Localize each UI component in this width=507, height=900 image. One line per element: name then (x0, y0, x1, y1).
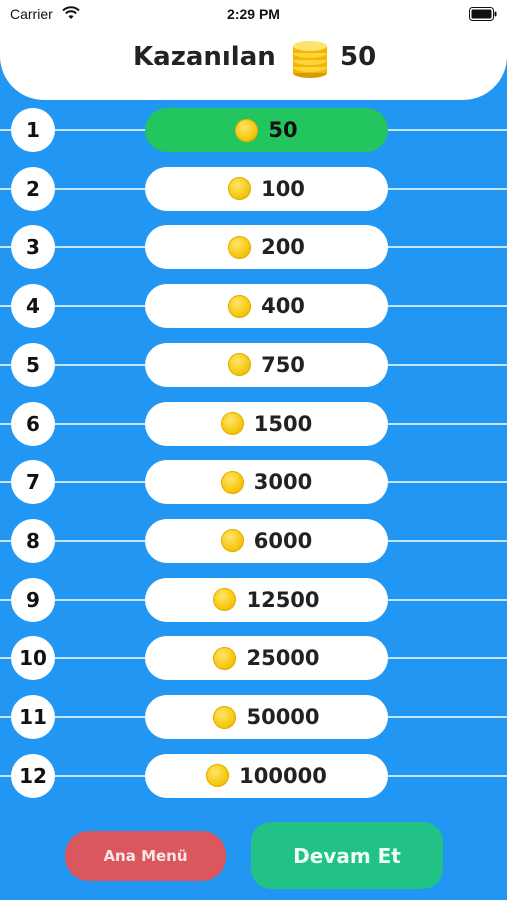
prize-pill: 400 (145, 284, 388, 329)
prize-pill: 50 (145, 108, 388, 152)
ladder-row: 9 12500 (0, 577, 507, 622)
prize-pill: 12500 (145, 577, 388, 622)
ladder-row: 1 50 (0, 108, 507, 152)
clock: 2:29 PM (227, 6, 280, 22)
prize-amount: 50000 (246, 705, 320, 729)
prize-pill: 6000 (145, 518, 388, 563)
coin-icon (235, 118, 259, 142)
prize-pill: 100000 (145, 753, 388, 798)
prize-amount: 3000 (253, 470, 313, 495)
earnings-header: Kazanılan 50 (0, 28, 507, 100)
level-number: 10 (11, 636, 55, 681)
ladder-row: 11 50000 (0, 695, 507, 739)
prize-amount: 1500 (253, 411, 313, 436)
prize-amount: 750 (261, 352, 305, 377)
earned-label: Kazanılan (133, 42, 276, 72)
level-number: 6 (11, 401, 55, 446)
ladder-row: 4 400 (0, 284, 507, 329)
level-number: 1 (11, 108, 55, 152)
coin-icon (228, 294, 252, 318)
ladder-row: 8 6000 (0, 518, 507, 563)
earned-value: 50 (340, 42, 377, 72)
prize-amount: 400 (261, 294, 305, 319)
level-number: 9 (11, 577, 55, 622)
level-number: 5 (11, 342, 55, 387)
level-number: 7 (11, 460, 55, 505)
level-number: 2 (11, 166, 55, 211)
ladder-row: 12 100000 (0, 753, 507, 798)
level-number: 3 (11, 225, 55, 270)
coin-icon (213, 646, 237, 670)
level-number: 12 (11, 753, 55, 798)
continue-button[interactable]: Devam Et (251, 822, 443, 889)
prize-amount: 6000 (253, 528, 313, 553)
prize-pill: 50000 (145, 695, 388, 739)
coin-icon (228, 353, 252, 377)
coin-stack-icon (293, 41, 327, 78)
ladder-row: 3 200 (0, 225, 507, 270)
coin-icon (228, 235, 252, 259)
coin-icon (220, 470, 244, 494)
prize-pill: 200 (145, 225, 388, 270)
prize-amount: 100 (261, 176, 305, 201)
ladder-row: 5 750 (0, 342, 507, 387)
level-number: 11 (11, 695, 55, 739)
ladder-row: 6 1500 (0, 401, 507, 446)
prize-pill: 750 (145, 342, 388, 387)
coin-icon (220, 412, 244, 435)
level-number: 4 (11, 284, 55, 329)
prize-amount: 200 (261, 235, 305, 260)
status-bar: Carrier 2:29 PM (0, 0, 507, 28)
prize-pill: 3000 (145, 460, 388, 505)
battery-icon (469, 7, 497, 21)
level-number: 8 (11, 518, 55, 563)
coin-icon (213, 705, 237, 729)
prize-amount: 100000 (239, 763, 327, 788)
prize-pill: 1500 (145, 401, 388, 446)
prize-amount: 12500 (246, 587, 320, 612)
prize-amount: 25000 (246, 646, 320, 671)
prize-pill: 100 (145, 166, 388, 211)
ladder-row: 2 100 (0, 166, 507, 211)
prize-amount: 50 (268, 118, 298, 142)
prize-pill: 25000 (145, 636, 388, 681)
coin-icon (213, 588, 237, 612)
ladder-row: 10 25000 (0, 636, 507, 681)
coin-icon (228, 177, 252, 201)
ladder-row: 7 3000 (0, 460, 507, 505)
main-menu-button[interactable]: Ana Menü (65, 831, 226, 881)
coin-icon (206, 764, 230, 788)
coin-icon (220, 529, 244, 553)
